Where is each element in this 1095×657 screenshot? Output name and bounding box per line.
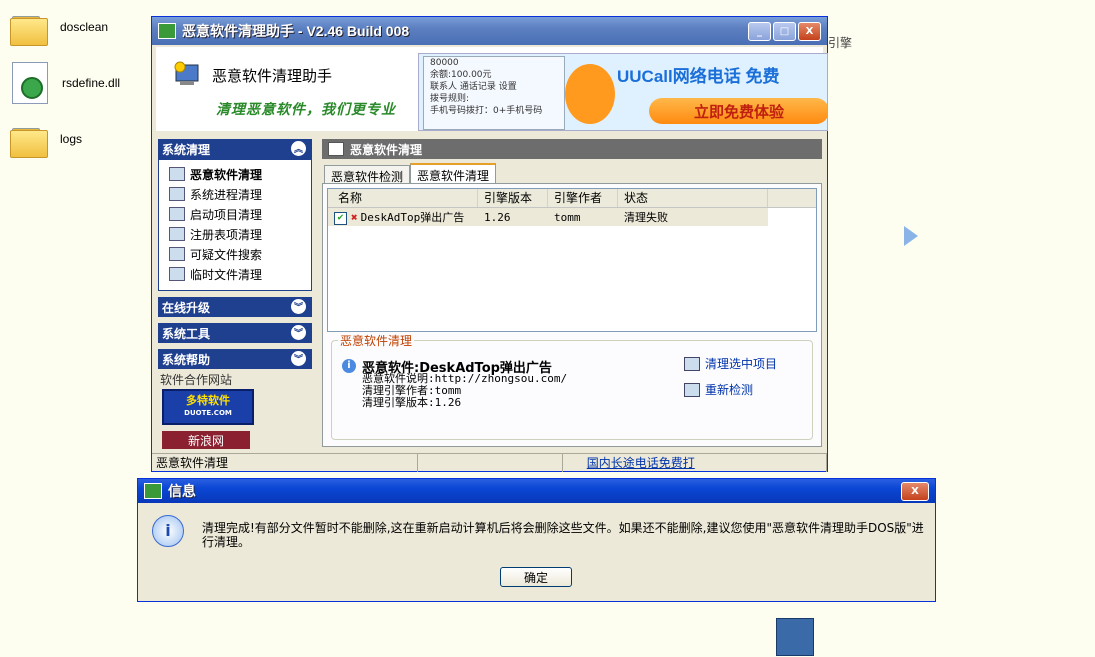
banner-headline: UUCall网络电话 免费 bbox=[617, 67, 780, 86]
status-link[interactable]: 国内长途电话免费打 bbox=[587, 456, 695, 470]
info-legend: 恶意软件清理 bbox=[338, 332, 415, 349]
maximize-button[interactable]: □ bbox=[773, 21, 796, 41]
desktop-icon-label: dosclean bbox=[60, 20, 109, 34]
sidebar-item-registry-clean[interactable]: 注册表项清理 bbox=[159, 224, 311, 244]
temp-file-icon bbox=[169, 267, 185, 281]
desktop-folder-logs[interactable]: logs bbox=[10, 124, 83, 158]
dialog-close-button[interactable]: X bbox=[901, 481, 929, 501]
dialog-title: 信息 bbox=[168, 483, 196, 499]
malware-x-icon: ✖ bbox=[351, 211, 358, 224]
tab-malware-detect[interactable]: 恶意软件检测 bbox=[324, 165, 411, 185]
sidebar-section-system-tools[interactable]: 系统工具 ︾ bbox=[158, 323, 312, 343]
row-version: 1.26 bbox=[484, 210, 511, 224]
startup-icon bbox=[169, 207, 185, 221]
result-list[interactable]: 名称 引擎版本 引擎作者 状态 ✔ ✖ DeskAdTop弹出广告 1.26 tom… bbox=[327, 188, 817, 332]
clean-icon bbox=[684, 356, 700, 371]
desktop-partial-label: 引擎 bbox=[828, 36, 853, 50]
desktop-folder-dosclean[interactable]: dosclean bbox=[10, 12, 109, 46]
col-status[interactable]: 状态 bbox=[618, 189, 768, 207]
panel-header: 恶意软件清理 bbox=[322, 139, 822, 159]
app-name: 恶意软件清理助手 bbox=[212, 67, 333, 85]
status-text: 恶意软件清理 bbox=[152, 454, 419, 472]
app-logo-icon bbox=[172, 61, 202, 87]
app-slogan: 清理恶意软件，我们更专业 bbox=[216, 102, 396, 118]
sidebar-item-malware-clean[interactable]: 恶意软件清理 bbox=[159, 164, 311, 184]
col-version[interactable]: 引擎版本 bbox=[478, 189, 548, 207]
redetect-button[interactable]: 重新检测 bbox=[684, 381, 753, 398]
tab-malware-clean[interactable]: 恶意软件清理 bbox=[410, 163, 497, 185]
partner-logo-sina[interactable]: 新浪网 bbox=[162, 431, 250, 449]
sidebar-item-temp-clean[interactable]: 临时文件清理 bbox=[159, 264, 311, 284]
minimize-button[interactable]: _ bbox=[748, 21, 771, 41]
ok-button[interactable]: 确定 bbox=[500, 567, 572, 587]
info-details: 恶意软件说明:http://zhongsou.com/ 清理引擎作者:tomm … bbox=[362, 372, 568, 409]
app-icon bbox=[144, 483, 162, 499]
close-button[interactable]: X bbox=[798, 21, 821, 41]
banner-cta-button[interactable]: 立即免费体验 bbox=[649, 98, 827, 124]
sidebar-section-system-help[interactable]: 系统帮助 ︾ bbox=[158, 349, 312, 369]
phone-handset-icon bbox=[565, 64, 615, 124]
redetect-icon bbox=[684, 382, 700, 397]
process-icon bbox=[169, 187, 185, 201]
app-header: 恶意软件清理助手 清理恶意软件，我们更专业 80000 余额:100.00元 联… bbox=[156, 47, 828, 131]
window-title: 恶意软件清理助手 - V2.46 Build 008 bbox=[182, 23, 410, 39]
info-dialog: 信息 X i 清理完成!有部分文件暂时不能删除,这在重新启动计算机后将会删除这些… bbox=[137, 478, 936, 602]
chevron-up-icon[interactable]: ︽ bbox=[291, 141, 306, 156]
app-icon bbox=[158, 23, 176, 39]
folder-icon bbox=[10, 124, 48, 158]
info-groupbox: 恶意软件清理 i 恶意软件:DeskAdTop弹出广告 恶意软件说明:http:… bbox=[331, 332, 813, 440]
row-checkbox[interactable]: ✔ bbox=[334, 211, 347, 225]
taskbar-app-icon[interactable] bbox=[776, 618, 814, 656]
banner-phone-panel: 80000 余额:100.00元 联系人 通话记录 设置 拨号规则: 手机号码拨… bbox=[423, 56, 565, 130]
window-titlebar[interactable]: 恶意软件清理助手 - V2.46 Build 008 _ □ X bbox=[152, 17, 827, 45]
partner-logo-duote[interactable]: 多特软件 DUOTE.COM bbox=[162, 389, 254, 425]
info-icon: i bbox=[342, 359, 356, 373]
dll-file-icon bbox=[12, 62, 48, 104]
clean-selected-button[interactable]: 清理选中项目 bbox=[684, 355, 777, 372]
dialog-titlebar[interactable]: 信息 X bbox=[138, 479, 935, 503]
panel-header-icon bbox=[328, 142, 344, 156]
row-status: 清理失败 bbox=[624, 211, 668, 224]
main-window: 恶意软件清理助手 - V2.46 Build 008 _ □ X 恶意软件清理助… bbox=[151, 16, 828, 472]
desktop-icon-label: rsdefine.dll bbox=[62, 76, 121, 90]
cursor-icon bbox=[904, 226, 918, 246]
sidebar-item-process-clean[interactable]: 系统进程清理 bbox=[159, 184, 311, 204]
tab-panel: 名称 引擎版本 引擎作者 状态 ✔ ✖ DeskAdTop弹出广告 1.26 tom… bbox=[322, 183, 822, 447]
malware-icon bbox=[169, 167, 185, 181]
sidebar-item-startup-clean[interactable]: 启动项目清理 bbox=[159, 204, 311, 224]
information-icon: i bbox=[152, 515, 184, 547]
sidebar-section-system-clean[interactable]: 系统清理 ︽ bbox=[158, 139, 312, 159]
search-file-icon bbox=[169, 247, 185, 261]
registry-icon bbox=[169, 227, 185, 241]
sidebar-section-body: 恶意软件清理 系统进程清理 启动项目清理 注册表项清理 可疑文件搜索 临时文件清… bbox=[158, 159, 312, 291]
chevron-down-icon[interactable]: ︾ bbox=[291, 351, 306, 366]
folder-icon bbox=[10, 12, 48, 46]
chevron-down-icon[interactable]: ︾ bbox=[291, 299, 306, 314]
ad-banner[interactable]: 80000 余额:100.00元 联系人 通话记录 设置 拨号规则: 手机号码拨… bbox=[418, 53, 828, 131]
desktop-icon-label: logs bbox=[60, 132, 83, 146]
sidebar-section-online-update[interactable]: 在线升级 ︾ bbox=[158, 297, 312, 317]
partner-sites-label: 软件合作网站 bbox=[160, 373, 233, 387]
table-row[interactable]: ✔ ✖ DeskAdTop弹出广告 1.26 tomm 清理失败 bbox=[328, 208, 768, 226]
list-header: 名称 引擎版本 引擎作者 状态 bbox=[328, 189, 816, 208]
sidebar-item-suspicious-search[interactable]: 可疑文件搜索 bbox=[159, 244, 311, 264]
col-name[interactable]: 名称 bbox=[328, 189, 478, 207]
chevron-down-icon[interactable]: ︾ bbox=[291, 325, 306, 340]
row-author: tomm bbox=[554, 210, 581, 224]
col-author[interactable]: 引擎作者 bbox=[548, 189, 618, 207]
status-bar: 恶意软件清理 国内长途电话免费打 bbox=[152, 453, 827, 472]
desktop-file-rsdefine[interactable]: rsdefine.dll bbox=[12, 62, 120, 104]
dialog-message: 清理完成!有部分文件暂时不能删除,这在重新启动计算机后将会删除这些文件。如果还不… bbox=[202, 521, 924, 549]
tab-strip: 恶意软件检测 恶意软件清理 bbox=[324, 163, 497, 185]
